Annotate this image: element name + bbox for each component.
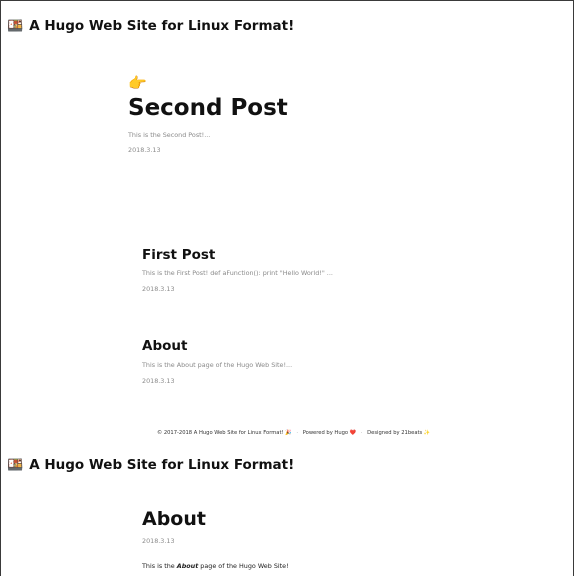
post-date-first: 2018.3.13 [142,285,175,293]
site-title-text: A Hugo Web Site for Linux Format! [29,457,295,473]
footer-designed-link[interactable]: Designed by 21beats [367,430,422,436]
featured-post-date: 2018.3.13 [128,146,161,154]
heart-icon: ❤️ [349,430,357,436]
site-title-link[interactable]: 🍱 A Hugo Web Site for Linux Format! [7,18,294,34]
site-title-text: A Hugo Web Site for Linux Format! [29,18,295,34]
post-summary-about: This is the About page of the Hugo Web S… [142,361,293,369]
page-title: About [142,508,206,530]
footer-copyright: © 2017-2018 A Hugo Web Site for Linux Fo… [157,430,284,436]
page-body-text-end: page of the Hugo Web Site! [198,562,289,570]
featured-post-summary: This is the Second Post!... [128,131,211,139]
page-body: This is the About page of the Hugo Web S… [142,562,289,570]
site-footer: © 2017-2018 A Hugo Web Site for Linux Fo… [157,430,430,436]
footer-powered-link[interactable]: Powered by Hugo [303,430,348,436]
sparkles-icon: ✨ [423,430,431,436]
site-title-link[interactable]: 🍱 A Hugo Web Site for Linux Format! [7,457,294,473]
page-date: 2018.3.13 [142,537,175,545]
footer-separator: · [296,430,299,436]
post-title-about[interactable]: About [142,338,187,354]
post-summary-first: This is the First Post! def aFunction():… [142,269,333,277]
featured-post-title[interactable]: Second Post [128,95,288,121]
page-body-emphasis: About [176,562,199,570]
post-date-about: 2018.3.13 [142,377,175,385]
page-body-text-start: This is the [142,562,177,570]
pointing-hand-icon: 👉 [128,74,147,92]
bento-box-icon: 🍱 [7,457,24,473]
post-title-first[interactable]: First Post [142,247,215,263]
party-popper-icon: 🎉 [285,430,292,436]
browser-viewport: 🍱 A Hugo Web Site for Linux Format! 👉 Se… [0,0,574,576]
bento-box-icon: 🍱 [7,18,24,34]
footer-separator: · [360,430,363,436]
